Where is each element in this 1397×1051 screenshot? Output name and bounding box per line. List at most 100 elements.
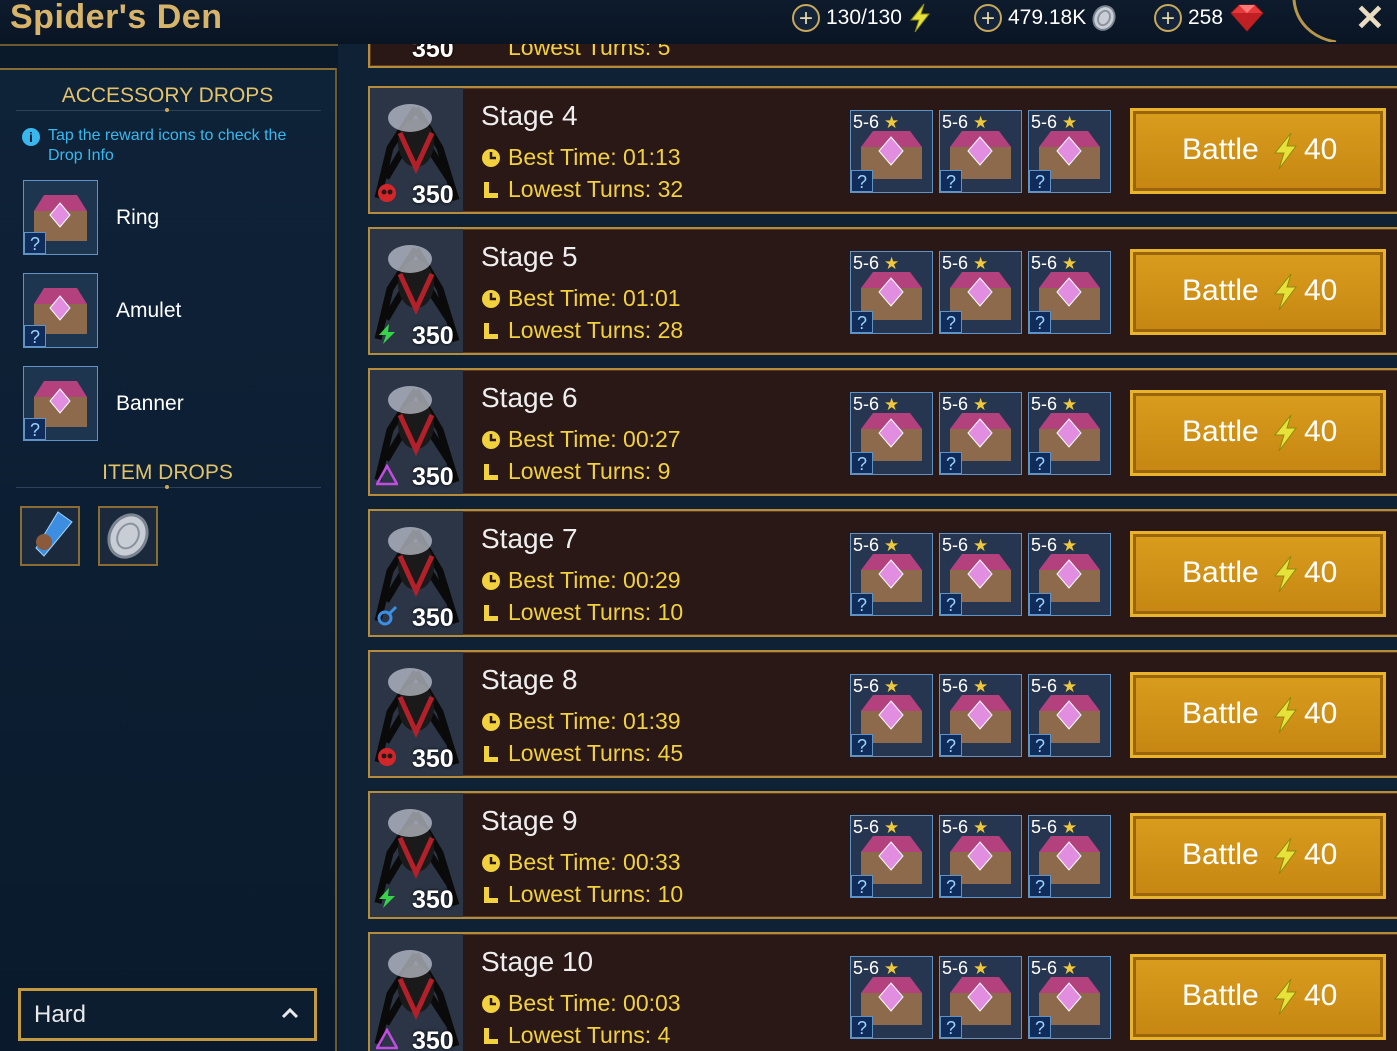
accessory-reward-icon[interactable]: 5-6 ★ ? (1028, 392, 1111, 475)
lowest-turns: Lowest Turns: 10 (508, 599, 684, 625)
question-icon: ? (24, 325, 46, 347)
battle-button[interactable]: Battle 40 (1130, 249, 1386, 335)
accessory-reward-icon[interactable]: 5-6 ★ ? (939, 815, 1022, 898)
banner-reward-icon[interactable]: ? (23, 366, 98, 441)
accessory-reward-icon[interactable]: 5-6 ★ ? (850, 815, 933, 898)
accessory-reward-icon[interactable]: 5-6 ★ ? (939, 110, 1022, 193)
accessory-reward-icon[interactable]: 5-6 ★ ? (939, 251, 1022, 334)
question-icon: ? (851, 170, 873, 192)
stage-row[interactable]: 350 Stage 8 Best Time: 01:39 Lowest Turn… (368, 650, 1397, 778)
question-icon: ? (940, 593, 962, 615)
add-gems-button[interactable]: + (1154, 4, 1182, 32)
accessory-reward-icon[interactable]: 5-6 ★ ? (1028, 674, 1111, 757)
battle-energy-cost: 40 (1304, 133, 1338, 166)
battle-label: Battle (1182, 838, 1259, 871)
question-icon: ? (1029, 452, 1051, 474)
energy-value: 130/130 (826, 6, 902, 29)
reward-rank: 5-6 (1031, 394, 1058, 414)
stage-row[interactable]: 350 Stage 4 Best Time: 01:13 Lowest Turn… (368, 86, 1397, 214)
battle-button[interactable]: Battle 40 (1130, 390, 1386, 476)
info-icon: i (22, 128, 40, 146)
accessory-reward-icon[interactable]: 5-6 ★ ? (850, 110, 933, 193)
accessory-reward-icon[interactable]: 5-6 ★ ? (850, 251, 933, 334)
energy-bolt-icon (1273, 696, 1297, 734)
clock-icon (482, 854, 500, 872)
battle-label: Battle (1182, 979, 1259, 1012)
stage-row-partial: 350 Lowest Turns: 5 (368, 44, 1397, 68)
silver-item-icon[interactable] (98, 506, 158, 566)
question-icon: ? (851, 311, 873, 333)
chevron-up-icon (281, 1007, 299, 1019)
xp-potion-item-icon[interactable] (20, 506, 80, 566)
stage-name: Stage 4 (481, 100, 578, 131)
accessory-reward-icon[interactable]: 5-6 ★ ? (1028, 110, 1111, 193)
clock-icon (482, 149, 500, 167)
accessory-reward-icon[interactable]: 5-6 ★ ? (1028, 815, 1111, 898)
close-button[interactable]: ✕ (1350, 0, 1390, 38)
stage-row[interactable]: 350 Stage 9 Best Time: 00:33 Lowest Turn… (368, 791, 1397, 919)
best-time: Best Time: 00:29 (508, 567, 681, 593)
stage-row[interactable]: 350 Stage 6 Best Time: 00:27 Lowest Turn… (368, 368, 1397, 496)
accessory-reward-icon[interactable]: 5-6 ★ ? (850, 674, 933, 757)
stage-row[interactable]: 350 Stage 7 Best Time: 00:29 Lowest Turn… (368, 509, 1397, 637)
silver-coin-icon (1092, 5, 1116, 31)
clock-icon (482, 572, 500, 590)
item-drops-heading: ITEM DROPS (102, 461, 233, 484)
battle-label: Battle (1182, 274, 1259, 307)
clock-icon (482, 431, 500, 449)
page-title: Spider's Den (10, 0, 223, 36)
stage-row[interactable]: 350 Stage 5 Best Time: 01:01 Lowest Turn… (368, 227, 1397, 355)
amulet-reward-icon[interactable]: ? (23, 273, 98, 348)
best-time: Best Time: 00:27 (508, 426, 681, 452)
ruby-gem-icon (1230, 4, 1264, 32)
accessory-reward-icon[interactable]: 5-6 ★ ? (850, 392, 933, 475)
reward-rank: 5-6 (853, 958, 880, 978)
accessory-reward-icon[interactable]: 5-6 ★ ? (850, 533, 933, 616)
accessory-reward-icon[interactable]: 5-6 ★ ? (850, 956, 933, 1039)
crystal-figure-icon (35, 511, 73, 557)
star-icon: ★ (884, 677, 900, 696)
question-icon: ? (940, 734, 962, 756)
question-icon: ? (1029, 875, 1051, 897)
add-silver-button[interactable]: + (974, 4, 1002, 32)
star-icon: ★ (884, 395, 900, 414)
best-time: Best Time: 00:33 (508, 849, 681, 875)
accessory-reward-icon[interactable]: 5-6 ★ ? (939, 956, 1022, 1039)
question-icon: ? (851, 734, 873, 756)
battle-label: Battle (1182, 415, 1259, 448)
star-icon: ★ (1062, 536, 1078, 555)
accessory-reward-icon[interactable]: 5-6 ★ ? (939, 392, 1022, 475)
lowest-turns: Lowest Turns: 4 (508, 1022, 671, 1048)
stage-row[interactable]: 350 Stage 10 Best Time: 00:03 Lowest Tur… (368, 932, 1397, 1051)
turns-icon (484, 746, 498, 762)
lowest-turns: Lowest Turns: 10 (508, 881, 684, 907)
gems-value: 258 (1188, 6, 1224, 29)
battle-button[interactable]: Battle 40 (1130, 108, 1386, 194)
silver-coin-icon (107, 513, 149, 559)
energy-bolt-icon (909, 3, 930, 33)
void-affinity-icon (376, 1028, 398, 1050)
ring-reward-icon[interactable]: ? (23, 180, 98, 255)
accessory-reward-icon[interactable]: 5-6 ★ ? (1028, 533, 1111, 616)
star-icon: ★ (973, 113, 989, 132)
battle-button[interactable]: Battle 40 (1130, 954, 1386, 1040)
question-icon: ? (851, 1016, 873, 1038)
battle-button[interactable]: Battle 40 (1130, 813, 1386, 899)
difficulty-dropdown[interactable]: Hard (18, 988, 317, 1041)
accessory-reward-icon[interactable]: 5-6 ★ ? (1028, 956, 1111, 1039)
star-icon: ★ (973, 959, 989, 978)
accessory-reward-icon[interactable]: 5-6 ★ ? (939, 674, 1022, 757)
void-affinity-icon (376, 464, 398, 486)
battle-button[interactable]: Battle 40 (1130, 672, 1386, 758)
stage-list[interactable]: 350 Lowest Turns: 5 350 Stage 4 Best Tim… (338, 44, 1397, 1051)
accessory-reward-icon[interactable]: 5-6 ★ ? (1028, 251, 1111, 334)
stage-name: Stage 7 (481, 523, 578, 554)
stage-name: Stage 8 (481, 664, 578, 695)
battle-button[interactable]: Battle 40 (1130, 531, 1386, 617)
reward-rank: 5-6 (853, 535, 880, 555)
accessory-reward-icon[interactable]: 5-6 ★ ? (939, 533, 1022, 616)
energy-bolt-icon (1273, 837, 1297, 875)
spirit-affinity-icon (379, 888, 395, 908)
energy-counter: + 130/130 (792, 2, 934, 34)
add-energy-button[interactable]: + (792, 4, 820, 32)
